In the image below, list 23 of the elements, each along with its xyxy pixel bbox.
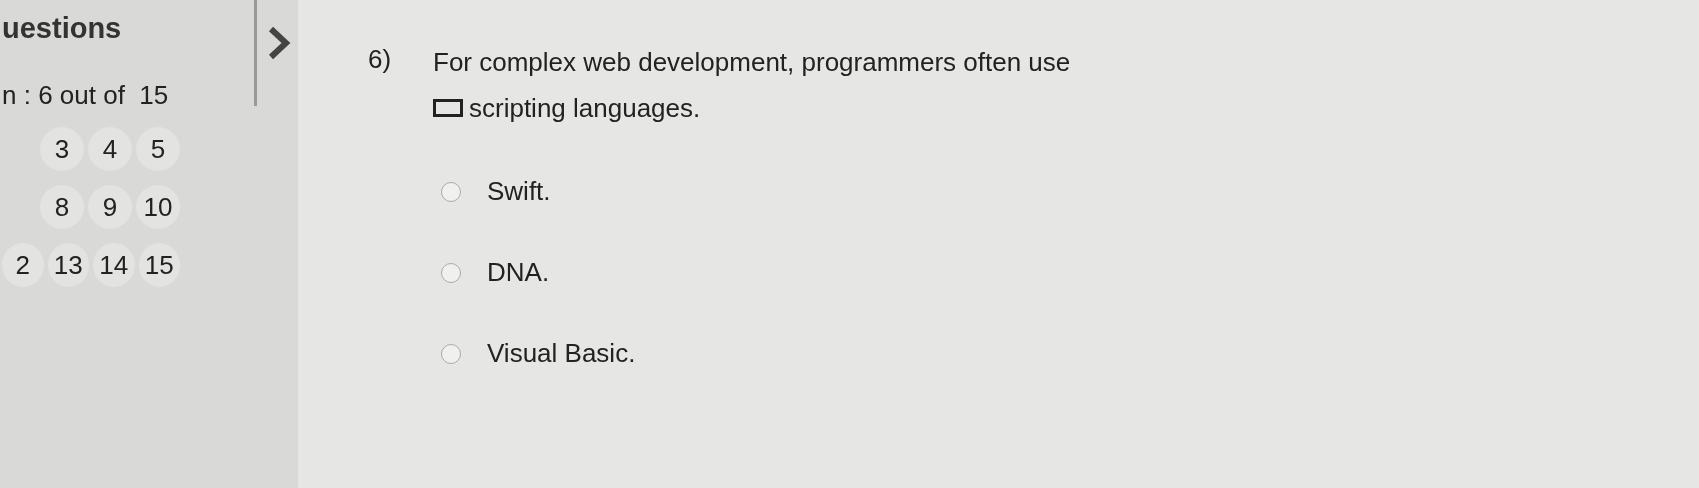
question-number[interactable]: 5: [136, 127, 180, 171]
radio-button[interactable]: [441, 262, 461, 283]
option-label[interactable]: Swift.: [487, 176, 551, 207]
panel-title: uestions: [2, 12, 123, 46]
question-number[interactable]: 3: [40, 127, 84, 171]
question-number[interactable]: 13: [47, 243, 89, 287]
progress-text: n : 6 out of 15: [2, 80, 170, 111]
question-number[interactable]: 10: [136, 185, 180, 229]
radio-button[interactable]: [441, 181, 461, 202]
option-label[interactable]: Visual Basic.: [487, 338, 636, 369]
question-number[interactable]: 9: [88, 185, 132, 229]
blank-box: [433, 99, 463, 117]
radio-button[interactable]: [441, 343, 461, 364]
question-number-label: 6): [368, 44, 393, 76]
question-number[interactable]: 14: [93, 243, 135, 287]
question-text: For complex web development, programmers often use: [433, 46, 1071, 79]
question-number[interactable]: 8: [40, 185, 84, 229]
chevron-right-icon[interactable]: [267, 26, 291, 60]
question-number[interactable]: 4: [88, 127, 132, 171]
question-text: scripting languages.: [469, 92, 701, 125]
option-label[interactable]: DNA.: [487, 257, 550, 288]
question-number[interactable]: 15: [138, 243, 180, 287]
question-number[interactable]: 2: [2, 243, 44, 287]
